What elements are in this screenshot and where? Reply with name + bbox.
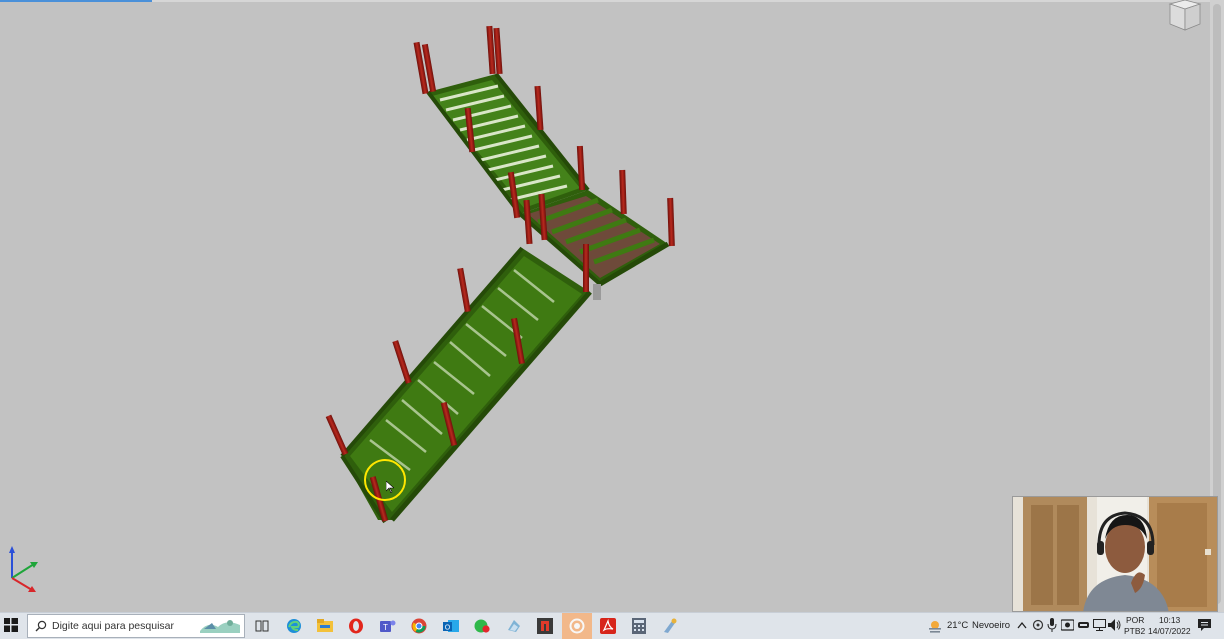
upper-stair-flight: [426, 72, 590, 216]
input-language[interactable]: POR: [1126, 615, 1144, 625]
generic-app-icon[interactable]: [503, 616, 525, 636]
search-placeholder-text: Digite aqui para pesquisar: [52, 620, 174, 632]
microphone-icon[interactable]: [1047, 618, 1057, 632]
view-cube-icon[interactable]: [1162, 0, 1208, 34]
windows-start-icon[interactable]: [4, 618, 18, 632]
search-icon: [35, 620, 47, 632]
acrobat-icon[interactable]: [597, 616, 619, 636]
usb-device-icon[interactable]: [1077, 619, 1090, 631]
chevron-up-icon[interactable]: [1017, 621, 1027, 629]
mouse-pointer-icon: [386, 481, 394, 493]
clock-time[interactable]: 10:13: [1159, 615, 1180, 625]
webcam-overlay: [1012, 496, 1218, 612]
clock-date[interactable]: 14/07/2022: [1148, 626, 1191, 636]
network-status-icon[interactable]: [1032, 619, 1044, 631]
weather-temperature[interactable]: 21°C: [947, 620, 968, 631]
tekla-icon[interactable]: [534, 616, 556, 636]
search-highlight-art-icon: [200, 620, 240, 633]
notifications-icon[interactable]: [1198, 619, 1211, 632]
paint-icon[interactable]: [659, 616, 681, 636]
outlook-icon[interactable]: O: [440, 616, 462, 636]
svg-text:T: T: [383, 623, 388, 632]
edge-icon[interactable]: [283, 616, 305, 636]
cursor-highlight-ring: [364, 459, 406, 501]
task-view-icon[interactable]: [251, 616, 273, 636]
calculator-icon[interactable]: [628, 616, 650, 636]
teams-icon[interactable]: T: [377, 616, 399, 636]
camera-icon[interactable]: [1061, 619, 1074, 631]
whatsapp-icon[interactable]: [471, 616, 493, 636]
windows-taskbar: Digite aqui para pesquisar T O 21°C Nevo…: [0, 612, 1224, 639]
weather-fog-icon[interactable]: [928, 619, 942, 633]
chrome-icon[interactable]: [408, 616, 430, 636]
opera-icon[interactable]: [345, 616, 367, 636]
weather-condition[interactable]: Nevoeiro: [972, 620, 1010, 631]
input-layout[interactable]: PTB2: [1124, 626, 1145, 636]
model-viewport[interactable]: [0, 0, 1224, 612]
display-icon[interactable]: [1093, 619, 1106, 631]
axis-gizmo-icon: [9, 546, 38, 592]
presenter-video-image: [1013, 497, 1217, 611]
volume-icon[interactable]: [1108, 619, 1121, 631]
taskbar-search-box[interactable]: Digite aqui para pesquisar: [27, 614, 245, 638]
file-explorer-icon[interactable]: [314, 616, 336, 636]
recording-app-icon[interactable]: [562, 613, 592, 639]
svg-text:O: O: [445, 625, 451, 632]
